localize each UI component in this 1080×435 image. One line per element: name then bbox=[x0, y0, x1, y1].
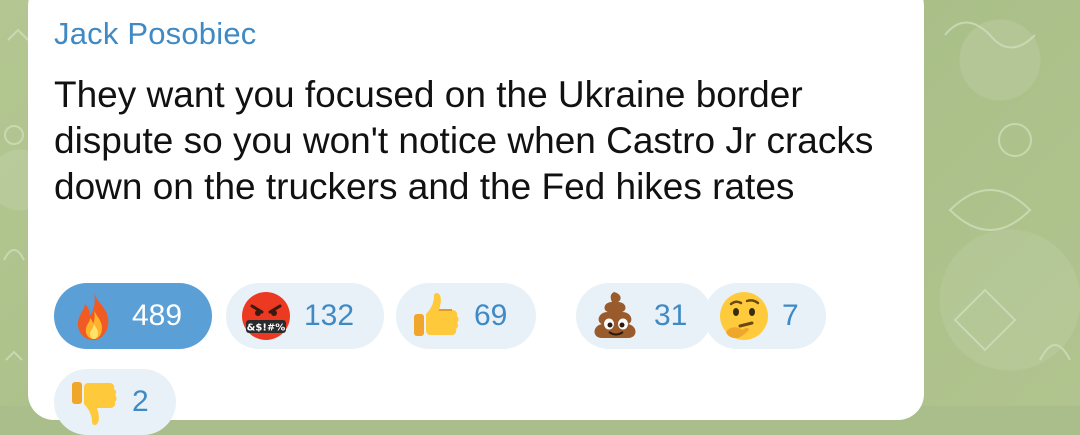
reaction-fire-button[interactable]: 489 bbox=[54, 283, 212, 349]
pile-of-poo-emoji-icon bbox=[594, 292, 636, 338]
reaction-count: 132 bbox=[304, 299, 355, 332]
message-sender-name[interactable]: Jack Posobiec bbox=[54, 14, 256, 54]
reaction-thumbs-down-button[interactable]: 2 bbox=[54, 369, 176, 435]
thumbs-up-emoji-icon bbox=[414, 292, 459, 336]
angry-cursing-emoji-icon: &$!#% bbox=[242, 292, 290, 340]
reaction-thumbs-up-button[interactable]: 69 bbox=[396, 283, 536, 349]
reaction-angry-button[interactable]: &$!#% 132 bbox=[226, 283, 384, 349]
thumbs-down-emoji-icon bbox=[72, 382, 117, 426]
message-text: They want you focused on the Ukraine bor… bbox=[54, 74, 874, 207]
reaction-count: 7 bbox=[782, 299, 799, 332]
reaction-count: 31 bbox=[654, 299, 688, 332]
reaction-count: 489 bbox=[132, 299, 183, 332]
reaction-thinking-button[interactable]: 7 bbox=[704, 283, 826, 349]
reaction-count: 2 bbox=[132, 385, 149, 418]
fire-emoji-icon bbox=[77, 292, 109, 340]
reaction-poo-button[interactable]: 31 bbox=[576, 283, 712, 349]
message-bubble[interactable] bbox=[28, 0, 924, 420]
thinking-face-emoji-icon bbox=[720, 292, 768, 340]
svg-text:&$!#%: &$!#% bbox=[247, 323, 286, 334]
reaction-count: 69 bbox=[474, 299, 508, 332]
